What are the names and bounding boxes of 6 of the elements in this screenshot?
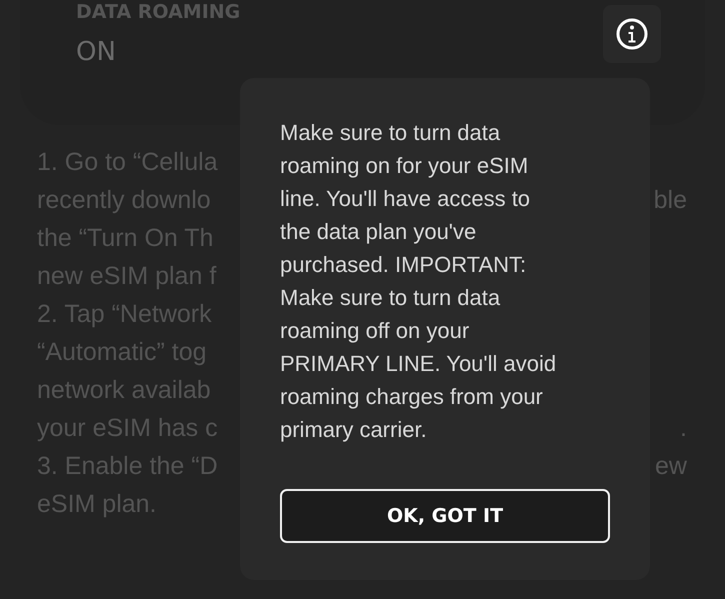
ok-button[interactable]: OK, GOT IT xyxy=(280,489,610,543)
info-icon xyxy=(616,18,648,50)
instruction-text: . xyxy=(680,414,687,442)
info-button[interactable] xyxy=(603,5,661,63)
setting-value: ON xyxy=(76,36,117,68)
dialog-message: Make sure to turn data roaming on for your eSIM line. You'll have access to the data plan you've purchased. IMPORTANT: Make sure to turn data roaming off on your PRIMARY LINE. You'll avoid roaming charges from your primary carrier. xyxy=(280,119,558,444)
